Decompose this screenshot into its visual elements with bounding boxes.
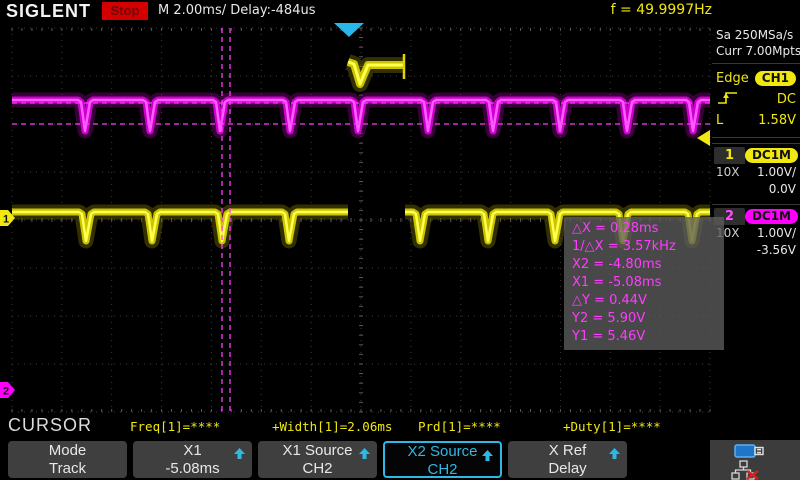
- cursor-x2: X2 = -4.80ms: [572, 256, 718, 274]
- right-sidebar: Sa 250MSa/s Curr 7.00Mpts Edge CH1 DC L …: [712, 22, 800, 440]
- measurement-width: +Width[1]=2.06ms: [272, 419, 392, 434]
- up-arrow-icon: [482, 448, 493, 465]
- trigger-source-badge: CH1: [755, 71, 796, 86]
- softkey-label-top: Mode: [8, 442, 127, 460]
- trigger-type: Edge: [716, 71, 749, 86]
- channel2-info-box[interactable]: 2 DC1M 10X 1.00V/ -3.56V: [712, 204, 800, 260]
- softkey-label-bottom: Track: [8, 460, 127, 477]
- channel1-scale: 1.00V/: [757, 164, 796, 181]
- trigger-coupling: DC: [777, 92, 796, 107]
- trigger-level-value: 1.58V: [758, 113, 796, 128]
- cursor-readout-box: △X = 0.28ms 1/△X = 3.57kHz X2 = -4.80ms …: [564, 217, 724, 350]
- channel1-probe: 10X: [716, 164, 740, 181]
- io-status-panel: [710, 440, 800, 480]
- up-arrow-icon: [609, 446, 620, 463]
- acquisition-info: Sa 250MSa/s Curr 7.00Mpts: [712, 22, 800, 64]
- top-status-bar: SIGLENT Stop M 2.00ms/ Delay:-484us f = …: [0, 0, 800, 22]
- softkey-xref-button[interactable]: X Ref Delay: [508, 441, 627, 478]
- siglent-logo: SIGLENT: [6, 1, 91, 22]
- channel2-coupling-badge: DC1M: [745, 209, 798, 224]
- up-arrow-icon: [359, 446, 370, 463]
- softkey-menu-bar: Mode Track X1 -5.08ms X1 Source CH2 X2 S…: [0, 440, 800, 480]
- lan-disconnected-icon[interactable]: [730, 460, 760, 480]
- measurement-freq: Freq[1]=****: [130, 419, 220, 434]
- channel2-scale: 1.00V/: [757, 225, 796, 242]
- cursor-x1: X1 = -5.08ms: [572, 274, 718, 292]
- trigger-level-label: L: [716, 113, 723, 128]
- cursor-inv-delta-x: 1/△X = 3.57kHz: [572, 238, 718, 256]
- softkey-x1-button[interactable]: X1 -5.08ms: [133, 441, 252, 478]
- measurement-duty: +Duty[1]=****: [563, 419, 661, 434]
- cursor-delta-x: △X = 0.28ms: [572, 220, 718, 238]
- trigger-info[interactable]: Edge CH1 DC L 1.58V: [712, 64, 800, 138]
- frequency-counter: f = 49.9997Hz: [611, 2, 712, 18]
- memory-depth: Curr 7.00Mpts: [716, 43, 798, 59]
- channel2-offset: -3.56V: [714, 242, 798, 258]
- channel1-number: 1: [714, 147, 745, 164]
- measurement-period: Prd[1]=****: [418, 419, 501, 434]
- channel1-coupling-badge: DC1M: [745, 148, 798, 163]
- timebase-readout[interactable]: M 2.00ms/ Delay:-484us: [158, 3, 315, 18]
- channel1-info-box[interactable]: 1 DC1M 10X 1.00V/ 0.0V: [712, 143, 800, 199]
- channel1-offset: 0.0V: [714, 181, 798, 197]
- softkey-x2-source-button[interactable]: X2 Source CH2: [383, 441, 502, 478]
- cursor-y2: Y2 = 5.90V: [572, 310, 718, 328]
- svg-text:2: 2: [3, 386, 9, 398]
- measurement-bar: CURSOR Freq[1]=**** +Width[1]=2.06ms Prd…: [0, 413, 712, 440]
- softkey-x1-source-button[interactable]: X1 Source CH2: [258, 441, 377, 478]
- oscilloscope-screen: 1 2 SIGLENT Stop M 2.00ms/ Delay:-484us f…: [0, 0, 800, 480]
- cursor-y1: Y1 = 5.46V: [572, 328, 718, 346]
- sample-rate: Sa 250MSa/s: [716, 27, 798, 43]
- acquisition-status-badge[interactable]: Stop: [102, 2, 148, 20]
- svg-text:1: 1: [3, 214, 9, 226]
- up-arrow-icon: [234, 446, 245, 463]
- rising-edge-icon: [716, 90, 740, 110]
- cursor-mode-title: CURSOR: [8, 415, 92, 436]
- softkey-mode-button[interactable]: Mode Track: [8, 441, 127, 478]
- cursor-delta-y: △Y = 0.44V: [572, 292, 718, 310]
